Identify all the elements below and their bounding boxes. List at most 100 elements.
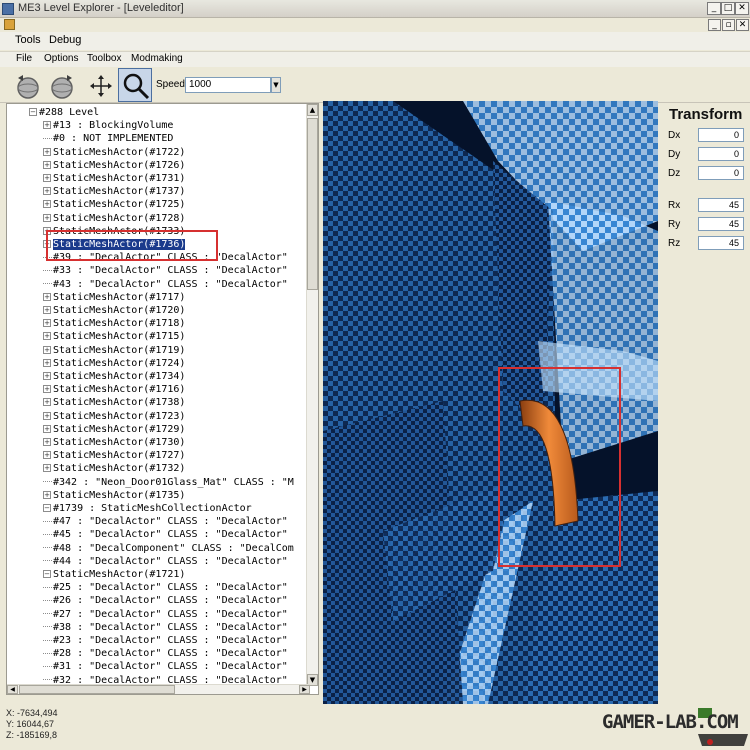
tree-node[interactable]: #28 : "DecalActor" CLASS : "DecalActor" [43,647,288,660]
level-tree-panel: − #288 Level + #13 : BlockingVolume #0 : NOT… [6,103,319,695]
tree-node[interactable]: + StaticMeshActor(#1717) [43,291,185,304]
expand-icon[interactable]: + [43,464,51,473]
close-button[interactable]: ✕ [735,2,749,15]
expand-icon[interactable]: + [43,438,51,446]
tree-node[interactable]: #47 : "DecalActor" CLASS : "DecalActor" [43,515,288,528]
speed-dropdown-button[interactable]: ▼ [271,77,281,93]
tree-node[interactable]: #33 : "DecalActor" CLASS : "DecalActor" [43,264,288,277]
expand-icon[interactable]: + [43,358,51,367]
tree-node[interactable]: #43 : "DecalActor" CLASS : "DecalActor" [43,278,288,291]
menu-options[interactable]: Options [44,53,78,64]
expand-icon[interactable]: + [43,213,51,222]
tree-node[interactable]: + StaticMeshActor(#1723) [43,410,185,423]
child-restore-button[interactable]: ▫ [722,19,735,31]
tree-node[interactable]: + StaticMeshActor(#1718) [43,317,185,330]
tree-node[interactable]: + StaticMeshActor(#1732) [43,462,185,475]
tree-node[interactable]: + StaticMeshActor(#1731) [43,172,185,185]
rz-input[interactable]: 45 [698,236,744,250]
tree-node[interactable]: + StaticMeshActor(#1719) [43,344,185,357]
expand-icon[interactable]: + [43,174,51,182]
tree-node[interactable]: + StaticMeshActor(#1724) [43,357,185,370]
speed-input[interactable]: 1000 [185,77,271,93]
tree-node[interactable]: + StaticMeshActor(#1735) [43,489,185,502]
expand-icon[interactable]: + [43,490,51,499]
tree-node[interactable]: − StaticMeshActor(#1721) [43,568,185,581]
tree-node[interactable]: + StaticMeshActor(#1726) [43,159,185,172]
tree-node[interactable]: + StaticMeshActor(#1734) [43,370,185,383]
zoom-button[interactable] [118,68,152,102]
child-minimize-button[interactable]: _ [708,19,721,31]
tree-node[interactable]: + StaticMeshActor(#1720) [43,304,185,317]
expand-icon[interactable]: + [43,147,51,156]
vertical-scroll-thumb[interactable] [307,118,318,290]
dy-input[interactable]: 0 [698,147,744,161]
expand-icon[interactable]: + [43,372,51,380]
expand-icon[interactable]: + [43,121,51,130]
scroll-up-button[interactable]: ▲ [307,104,318,116]
tree-node[interactable]: + StaticMeshActor(#1727) [43,449,185,462]
tree-node[interactable]: + #13 : BlockingVolume [43,119,173,132]
menu-toolbox[interactable]: Toolbox [87,53,121,64]
ry-input[interactable]: 45 [698,217,744,231]
expand-icon[interactable]: + [43,345,51,354]
tree-horizontal-scrollbar[interactable]: ◀ ▶ [7,684,310,694]
rotate-left-button[interactable] [10,68,44,102]
tree-node[interactable]: + StaticMeshActor(#1738) [43,396,185,409]
tree-node[interactable]: #27 : "DecalActor" CLASS : "DecalActor" [43,608,288,621]
watermark: GAMER-LAB.COM [598,706,750,750]
tree-node[interactable]: #342 : "Neon_Door01Glass_Mat" CLASS : "M [43,476,294,489]
tree-node[interactable]: + StaticMeshActor(#1716) [43,383,185,396]
expand-icon[interactable]: + [43,398,51,407]
collapse-icon[interactable]: − [29,108,37,116]
tree-node[interactable]: − #1739 : StaticMeshCollectionActor [43,502,252,515]
expand-icon[interactable]: + [43,385,51,394]
rotate-right-button[interactable] [44,68,78,102]
expand-icon[interactable]: + [43,424,51,433]
dx-input[interactable]: 0 [698,128,744,142]
collapse-icon[interactable]: − [43,570,51,578]
tree-node[interactable]: #23 : "DecalActor" CLASS : "DecalActor" [43,634,288,647]
expand-icon[interactable]: + [43,200,51,209]
tree-node[interactable]: − #288 Level [29,106,99,119]
menu-debug[interactable]: Debug [49,34,81,46]
menu-file[interactable]: File [16,53,32,64]
child-close-button[interactable]: ✕ [736,19,749,31]
tree-node[interactable]: + StaticMeshActor(#1722) [43,146,185,159]
expand-icon[interactable]: + [43,306,51,314]
tree-node[interactable]: + StaticMeshActor(#1737) [43,185,185,198]
expand-icon[interactable]: + [43,160,51,169]
expand-icon[interactable]: + [43,451,51,460]
expand-icon[interactable]: + [43,319,51,328]
expand-icon[interactable]: + [43,332,51,341]
scroll-right-button[interactable]: ▶ [299,685,310,694]
minimize-button[interactable]: _ [707,2,721,15]
tree-node[interactable]: #48 : "DecalComponent" CLASS : "DecalCom [43,542,294,555]
expand-icon[interactable]: + [43,411,51,420]
tree-node[interactable]: #45 : "DecalActor" CLASS : "DecalActor" [43,528,288,541]
collapse-icon[interactable]: − [43,504,51,512]
move-button[interactable] [83,68,117,102]
tree-node[interactable]: #0 : NOT IMPLEMENTED [43,132,173,145]
tree-node[interactable]: + StaticMeshActor(#1730) [43,436,185,449]
tree-node[interactable]: + StaticMeshActor(#1728) [43,212,185,225]
tree-node[interactable]: + StaticMeshActor(#1715) [43,330,185,343]
rx-input[interactable]: 45 [698,198,744,212]
maximize-button[interactable]: □ [721,2,735,15]
tree-node[interactable]: #44 : "DecalActor" CLASS : "DecalActor" [43,555,288,568]
tree-connector [43,283,52,285]
tree-node[interactable]: #25 : "DecalActor" CLASS : "DecalActor" [43,581,288,594]
tree-node[interactable]: + StaticMeshActor(#1729) [43,423,185,436]
tree-node[interactable]: #38 : "DecalActor" CLASS : "DecalActor" [43,621,288,634]
horizontal-scroll-thumb[interactable] [19,685,175,694]
scroll-left-button[interactable]: ◀ [7,685,18,694]
tree-vertical-scrollbar[interactable]: ▲ ▼ [306,104,318,686]
tree-node[interactable]: #26 : "DecalActor" CLASS : "DecalActor" [43,594,288,607]
tree-node[interactable]: #31 : "DecalActor" CLASS : "DecalActor" [43,660,288,673]
menu-modmaking[interactable]: Modmaking [131,53,183,64]
3d-viewport[interactable] [323,101,658,704]
dz-input[interactable]: 0 [698,166,744,180]
expand-icon[interactable]: + [43,187,51,196]
menu-tools[interactable]: Tools [15,34,41,46]
expand-icon[interactable]: + [43,292,51,301]
tree-node[interactable]: + StaticMeshActor(#1725) [43,198,185,211]
